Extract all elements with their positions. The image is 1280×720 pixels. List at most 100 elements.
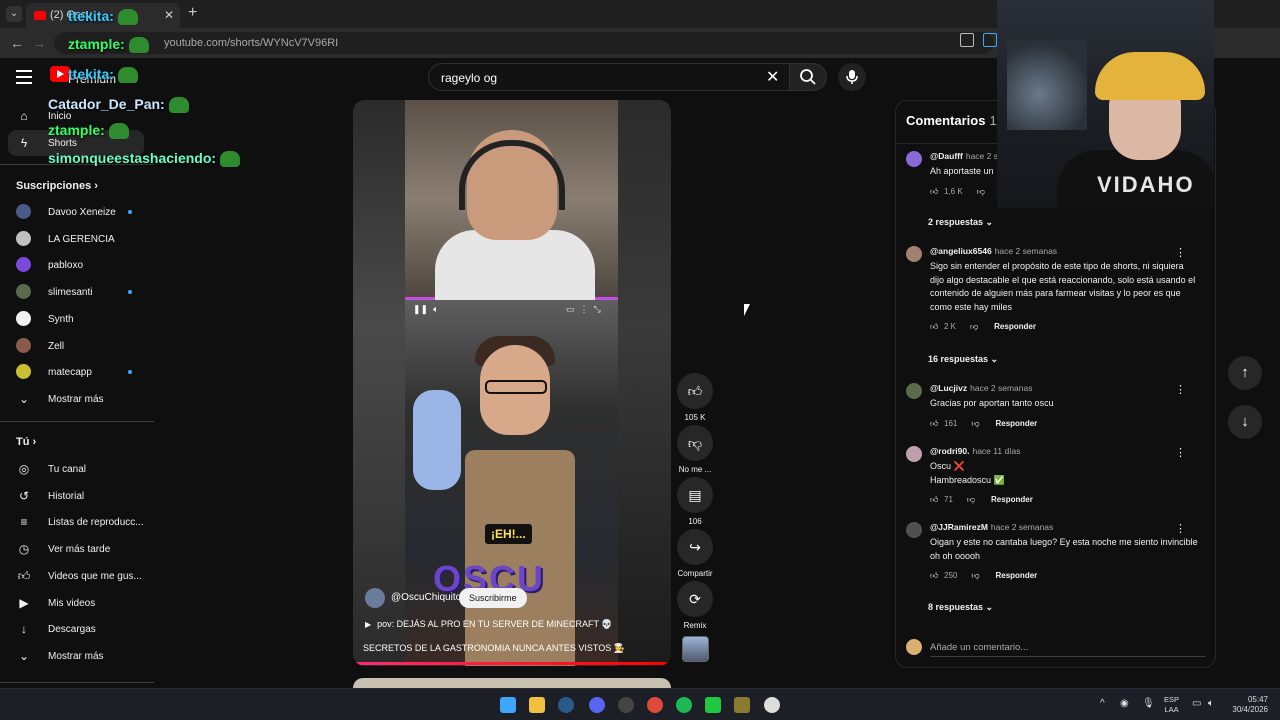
youtube-logo-icon[interactable] bbox=[50, 66, 70, 82]
avatar[interactable] bbox=[906, 446, 922, 462]
sidebar-item-chevron-down[interactable]: ⌄ Mostrar más bbox=[0, 643, 154, 669]
tray-mic-icon[interactable]: 🎙︎ bbox=[1142, 698, 1155, 709]
reply-button[interactable]: Responder bbox=[995, 571, 1037, 580]
channel-avatar[interactable] bbox=[365, 588, 385, 608]
forward-icon[interactable]: → bbox=[32, 35, 46, 51]
dislike-icon[interactable]: 👎︎ bbox=[970, 322, 978, 332]
file-explorer-icon[interactable] bbox=[529, 697, 545, 713]
sidebar-item-liked[interactable]: 👍︎ Videos que me gus... bbox=[0, 563, 154, 589]
more-options-icon[interactable]: ⋮ bbox=[1175, 446, 1186, 459]
view-replies-button[interactable]: 16 respuestas ⌄ bbox=[928, 354, 998, 365]
short-title[interactable]: ▶ pov: DEJÁS AL PRO EN TU SERVER DE MINEC… bbox=[365, 619, 613, 630]
like-icon[interactable]: 👍︎ bbox=[930, 571, 940, 581]
sidebar-item-subscription[interactable]: Synth bbox=[0, 306, 154, 332]
dislike-action[interactable]: 👎︎ No me ... bbox=[676, 425, 714, 474]
comments-action[interactable]: ▤ 106 bbox=[676, 477, 714, 526]
add-comment-input[interactable]: Añade un comentario... bbox=[930, 642, 1028, 653]
new-tab-button[interactable]: + bbox=[188, 4, 197, 22]
dislike-icon[interactable]: 👎︎ bbox=[967, 495, 975, 505]
reply-button[interactable]: Responder bbox=[995, 419, 1037, 428]
avatar[interactable] bbox=[906, 151, 922, 167]
subscriptions-heading[interactable]: Suscripciones › bbox=[16, 180, 98, 192]
language-indicator[interactable]: ESP LAA bbox=[1164, 695, 1179, 715]
like-icon[interactable]: 👍︎ bbox=[930, 187, 940, 197]
reply-button[interactable]: Responder bbox=[994, 322, 1036, 331]
clear-search-icon[interactable]: ✕ bbox=[766, 67, 779, 87]
share-action[interactable]: ↪ Compartir bbox=[676, 529, 714, 578]
like-icon[interactable]: 👍︎ bbox=[930, 419, 940, 429]
more-options-icon[interactable]: ⋮ bbox=[1175, 383, 1186, 396]
miniplayer-controls[interactable]: ▭ ⋮ ⤡ bbox=[566, 304, 601, 315]
avatar[interactable] bbox=[906, 246, 922, 262]
comment-author[interactable]: @angeliux6546 bbox=[930, 246, 992, 256]
sidebar-item-channel[interactable]: ◎ Tu canal bbox=[0, 456, 154, 482]
search-button[interactable] bbox=[789, 63, 827, 91]
thumbs-down-icon[interactable]: 👎︎ bbox=[677, 425, 713, 461]
tray-app-icon[interactable]: ◉ bbox=[1120, 698, 1129, 709]
sidebar-item-history[interactable]: ↺ Historial bbox=[0, 483, 154, 509]
comment-author[interactable]: @Daufff bbox=[930, 151, 963, 161]
like-icon[interactable]: 👍︎ bbox=[930, 322, 940, 332]
back-icon[interactable]: ← bbox=[10, 35, 24, 51]
sidebar-item-downloads[interactable]: ↓ Descargas bbox=[0, 616, 154, 642]
volume-icon[interactable]: 🔈︎ bbox=[1208, 698, 1214, 709]
sidebar-item-subscription[interactable]: pabloxo bbox=[0, 252, 154, 278]
tray-chevron-icon[interactable]: ^ bbox=[1100, 698, 1105, 709]
sidebar-item-subscription[interactable]: LA GERENCIA bbox=[0, 226, 154, 252]
you-heading[interactable]: Tú › bbox=[16, 436, 36, 448]
discord-icon[interactable] bbox=[589, 697, 605, 713]
ccleaner-icon[interactable] bbox=[764, 697, 780, 713]
audio-thumbnail[interactable] bbox=[682, 636, 709, 662]
extension-icon[interactable] bbox=[983, 33, 997, 47]
sidebar-item-watch-later[interactable]: ◷ Ver más tarde bbox=[0, 536, 154, 562]
network-icon[interactable]: ▭ bbox=[1192, 698, 1201, 709]
chrome-icon[interactable] bbox=[647, 697, 663, 713]
comment-icon[interactable]: ▤ bbox=[677, 477, 713, 513]
minecraft-icon[interactable] bbox=[734, 697, 750, 713]
progress-bar[interactable] bbox=[353, 662, 671, 665]
comment-author[interactable]: @Lucjivz bbox=[930, 383, 967, 393]
share-icon[interactable]: ↪ bbox=[677, 529, 713, 565]
search-input[interactable]: rageylo og bbox=[428, 63, 790, 91]
close-tab-icon[interactable]: ✕ bbox=[164, 8, 174, 22]
tab-search-button[interactable]: ⌄ bbox=[6, 6, 22, 22]
url-field[interactable]: youtube.com/shorts/WYNcV7V96RI bbox=[54, 32, 994, 54]
reply-button[interactable]: Responder bbox=[991, 495, 1033, 504]
sidebar-item-subscription[interactable]: Zell bbox=[0, 333, 154, 359]
spotify-icon[interactable] bbox=[676, 697, 692, 713]
avatar[interactable] bbox=[906, 383, 922, 399]
sidebar-item-subscription[interactable]: Davoo Xeneize bbox=[0, 199, 154, 225]
previous-short-button[interactable]: ↑ bbox=[1228, 356, 1262, 390]
remix-icon[interactable]: ⟳ bbox=[677, 581, 713, 617]
pause-icon[interactable]: ❚❚ 🔈︎ bbox=[413, 304, 438, 315]
thumbs-up-icon[interactable]: 👍︎ bbox=[677, 373, 713, 409]
windows-start-icon[interactable] bbox=[500, 697, 516, 713]
more-options-icon[interactable]: ⋮ bbox=[1175, 522, 1186, 535]
more-options-icon[interactable]: ⋮ bbox=[1175, 246, 1186, 259]
next-short-button[interactable]: ↓ bbox=[1228, 405, 1262, 439]
sidebar-item-subscription[interactable]: slimesanti bbox=[0, 279, 154, 305]
sidebar-show-more-subs[interactable]: ⌄ Mostrar más bbox=[0, 386, 154, 412]
avatar[interactable] bbox=[906, 522, 922, 538]
view-replies-button[interactable]: 2 respuestas ⌄ bbox=[928, 217, 993, 228]
kick-icon[interactable] bbox=[705, 697, 721, 713]
obs-icon[interactable] bbox=[618, 697, 634, 713]
like-icon[interactable]: 👍︎ bbox=[930, 495, 940, 505]
like-action[interactable]: 👍︎ 105 K bbox=[676, 373, 714, 422]
add-comment-row[interactable]: Añade un comentario... bbox=[906, 639, 1206, 659]
steam-icon[interactable] bbox=[558, 697, 574, 713]
comment-author[interactable]: @JJRamirezM bbox=[930, 522, 988, 532]
sidebar-item-playlists[interactable]: ≡ Listas de reproducc... bbox=[0, 509, 154, 535]
voice-search-button[interactable] bbox=[838, 63, 866, 91]
dislike-icon[interactable]: 👎︎ bbox=[971, 571, 979, 581]
remix-action[interactable]: ⟳ Remix bbox=[676, 581, 714, 630]
view-replies-button[interactable]: 8 respuestas ⌄ bbox=[928, 602, 993, 613]
cast-icon[interactable] bbox=[960, 33, 974, 47]
subscribe-button[interactable]: Suscribirme bbox=[459, 588, 527, 608]
system-clock[interactable]: 05:47 30/4/2026 bbox=[1226, 695, 1268, 715]
menu-icon[interactable] bbox=[16, 70, 32, 88]
comment-author[interactable]: @rodri90. bbox=[930, 446, 969, 456]
dislike-icon[interactable]: 👎︎ bbox=[977, 187, 985, 197]
dislike-icon[interactable]: 👎︎ bbox=[971, 419, 979, 429]
sidebar-item-subscription[interactable]: matecapp bbox=[0, 359, 154, 385]
